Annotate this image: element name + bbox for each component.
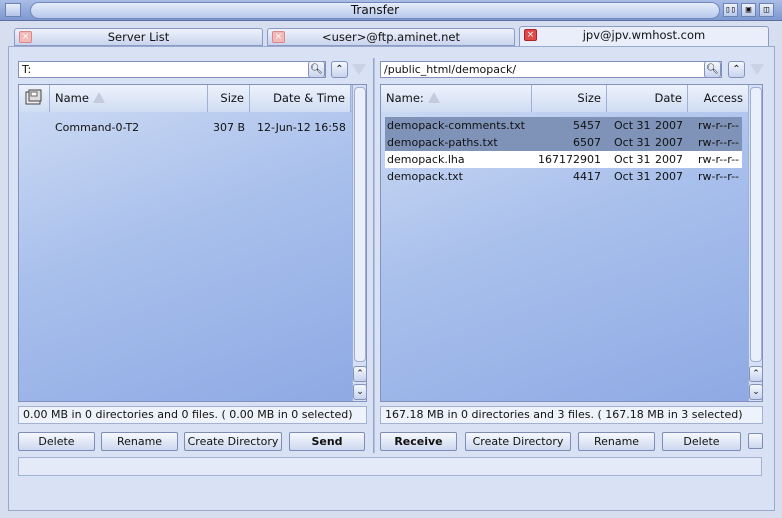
sort-ascending-icon — [92, 92, 105, 103]
tab-aminet[interactable]: × <user>@ftp.aminet.net — [267, 28, 515, 46]
tab-label: jpv@jpv.wmhost.com — [582, 28, 706, 42]
column-name-label: Name: — [386, 91, 424, 105]
file-size: 307 B — [213, 121, 246, 134]
file-year: 2007 — [655, 136, 683, 149]
options-checkbox[interactable] — [748, 433, 763, 449]
column-date[interactable]: Date & Time — [250, 85, 351, 112]
transfer-progress-bar — [18, 457, 762, 476]
column-name[interactable]: Name — [50, 85, 208, 112]
tab-server-list[interactable]: × Server List — [14, 28, 263, 46]
file-date: Oct 31 — [614, 136, 651, 149]
file-name: demopack-comments.txt — [387, 119, 525, 132]
file-name: Command-0-T2 — [55, 121, 140, 134]
local-rename-button[interactable]: Rename — [101, 432, 178, 451]
sort-ascending-icon — [427, 92, 440, 103]
file-name: demopack.lha — [387, 153, 465, 166]
file-size: 6507 — [573, 136, 601, 149]
table-row[interactable]: demopack.txt 4417 Oct 31 2007 rw-r--r-- — [385, 168, 742, 185]
table-row[interactable]: demopack.lha 167172901 Oct 31 2007 rw-r-… — [385, 151, 742, 168]
file-name: demopack-paths.txt — [387, 136, 498, 149]
scrollbar-track[interactable] — [354, 87, 366, 362]
local-create-directory-button[interactable]: Create Directory — [184, 432, 282, 451]
tab-wmhost[interactable]: × jpv@jpv.wmhost.com — [519, 26, 769, 47]
zoom-icon[interactable]: ▣ — [741, 3, 756, 17]
file-date: Oct 31 — [614, 119, 651, 132]
column-size[interactable]: Size — [208, 85, 250, 112]
tab-close-icon[interactable]: × — [524, 29, 537, 41]
file-year: 2007 — [655, 170, 683, 183]
title-bar[interactable]: Transfer ▯▯ ▣ ◫ — [0, 0, 782, 21]
column-name-label: Name — [55, 91, 89, 105]
scroll-down-icon[interactable]: ⌄ — [749, 384, 762, 400]
table-row[interactable]: demopack-comments.txt 5457 Oct 31 2007 r… — [385, 117, 742, 134]
file-date: Oct 31 — [614, 170, 651, 183]
remote-scrollbar[interactable]: ⌃ ⌄ — [748, 85, 762, 401]
up-arrow-icon[interactable]: ⌃ — [331, 61, 348, 78]
remote-status: 167.18 MB in 0 directories and 3 files. … — [380, 406, 763, 424]
down-triangle-icon[interactable] — [352, 64, 366, 75]
tab-label: <user>@ftp.aminet.net — [321, 30, 460, 44]
file-date: Oct 31 — [614, 153, 651, 166]
file-date: 12-Jun-12 16:58 — [257, 121, 346, 134]
scrollbar-track[interactable] — [750, 87, 762, 362]
tab-close-icon[interactable]: × — [272, 31, 285, 43]
depth-icon[interactable]: ◫ — [759, 3, 774, 17]
file-access: rw-r--r-- — [698, 153, 740, 166]
down-triangle-icon[interactable] — [750, 64, 764, 75]
scroll-up-icon[interactable]: ⌃ — [749, 366, 762, 382]
remote-create-directory-button[interactable]: Create Directory — [465, 432, 571, 451]
file-access: rw-r--r-- — [698, 136, 740, 149]
table-row[interactable]: demopack-paths.txt 6507 Oct 31 2007 rw-r… — [385, 134, 742, 151]
magnifier-icon[interactable]: 🔍︎ — [704, 61, 721, 78]
column-access[interactable]: Access — [688, 85, 748, 112]
receive-button[interactable]: Receive — [380, 432, 457, 451]
tab-label: Server List — [107, 30, 170, 44]
file-size: 5457 — [573, 119, 601, 132]
remote-delete-button[interactable]: Delete — [662, 432, 741, 451]
local-scrollbar[interactable]: ⌃ ⌄ — [352, 85, 366, 401]
window-close-icon[interactable] — [5, 3, 21, 17]
local-delete-button[interactable]: Delete — [18, 432, 95, 451]
send-button[interactable]: Send — [289, 432, 365, 451]
file-size: 167172901 — [538, 153, 601, 166]
local-status: 0.00 MB in 0 directories and 0 files. ( … — [18, 406, 367, 424]
disk-icon[interactable] — [19, 85, 50, 112]
iconify-icon[interactable]: ▯▯ — [723, 3, 738, 17]
file-year: 2007 — [655, 153, 683, 166]
remote-path-input[interactable]: /public_html/demopack/ — [380, 61, 722, 78]
table-row[interactable]: Command-0-T2 307 B 12-Jun-12 16:58 — [23, 119, 351, 136]
local-file-list[interactable]: Name Size Date & Time Command-0-T2 307 B… — [18, 84, 367, 402]
file-name: demopack.txt — [387, 170, 463, 183]
column-name[interactable]: Name: — [381, 85, 532, 112]
local-path-input[interactable]: T: — [18, 61, 326, 78]
column-date[interactable]: Date — [607, 85, 688, 112]
scroll-down-icon[interactable]: ⌄ — [353, 384, 366, 400]
file-size: 4417 — [573, 170, 601, 183]
window-title: Transfer — [30, 2, 720, 19]
scroll-up-icon[interactable]: ⌃ — [353, 366, 366, 382]
remote-rename-button[interactable]: Rename — [578, 432, 655, 451]
file-access: rw-r--r-- — [698, 119, 740, 132]
column-size[interactable]: Size — [532, 85, 607, 112]
pane-divider[interactable] — [373, 58, 375, 453]
file-year: 2007 — [655, 119, 683, 132]
remote-file-list[interactable]: Name: Size Date Access demopack-comments… — [380, 84, 763, 402]
file-access: rw-r--r-- — [698, 170, 740, 183]
tab-close-icon[interactable]: × — [19, 31, 32, 43]
up-arrow-icon[interactable]: ⌃ — [728, 61, 745, 78]
magnifier-icon[interactable]: 🔍︎ — [308, 61, 325, 78]
